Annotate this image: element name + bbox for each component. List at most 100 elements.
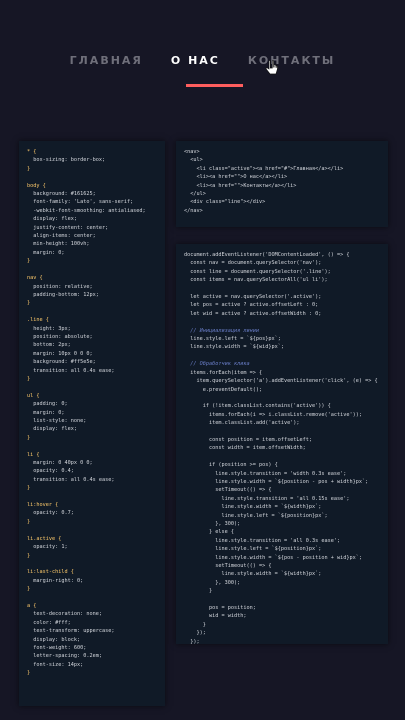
js-line: }, 300); bbox=[184, 521, 241, 527]
css-line: margin: 0; bbox=[27, 409, 65, 416]
css-line: transition: all 0.4s ease; bbox=[27, 476, 115, 483]
js-line: line.style.width = `${wid}px`; bbox=[184, 344, 284, 351]
css-line: ul { bbox=[27, 392, 40, 399]
css-line: padding: 0; bbox=[27, 401, 68, 408]
js-line: } else { bbox=[184, 529, 234, 536]
css-line bbox=[27, 442, 157, 450]
js-line: line.style.width = `${position - pos + w… bbox=[184, 478, 369, 485]
js-line: setTimeout(() => { bbox=[184, 487, 272, 494]
nav-list: ГЛАВНАЯ О НАС КОНТАКТЫ bbox=[56, 54, 350, 67]
nav-item-home[interactable]: ГЛАВНАЯ bbox=[70, 54, 143, 67]
css-line bbox=[27, 560, 157, 568]
css-line: list-style: none; bbox=[27, 418, 87, 424]
css-line bbox=[27, 526, 157, 534]
js-line: line.style.left = `${pos}px`; bbox=[184, 336, 281, 343]
css-line: background: #ff5e5e; bbox=[27, 359, 96, 366]
css-line: height: 3px; bbox=[27, 325, 71, 332]
js-line: pos = position; bbox=[184, 605, 256, 612]
css-line: } bbox=[27, 586, 31, 593]
css-line: display: flex; bbox=[27, 426, 77, 433]
js-line: const width = item.offsetWidth; bbox=[184, 445, 306, 452]
css-line: font-weight: 600; bbox=[27, 644, 87, 651]
css-line: -webkit-font-smoothing: antialiased; bbox=[27, 207, 146, 214]
js-line: line.style.width = `${width}px`; bbox=[184, 571, 322, 578]
nav-link-about[interactable]: О НАС bbox=[171, 54, 220, 67]
js-line: line.style.width = `${pos - position + w… bbox=[184, 554, 363, 561]
html-code-panel: <nav> <ul> <li class="active"><a href="#… bbox=[176, 141, 388, 227]
js-line: let wid = active ? active.offsetWidth : … bbox=[184, 310, 322, 317]
js-line: if (!item.classList.contains('active')) … bbox=[184, 403, 331, 410]
js-line: line.style.left = `${position}px`; bbox=[184, 546, 322, 553]
css-line: position: absolute; bbox=[27, 333, 93, 340]
css-line: letter-spacing: 0.2em; bbox=[27, 653, 102, 660]
css-line: margin: 0 40px 0 0; bbox=[27, 460, 93, 467]
js-line: const line = document.querySelector('.li… bbox=[184, 268, 331, 275]
css-line: li:hover { bbox=[27, 502, 59, 509]
html-line: <div class="line"></div> bbox=[184, 199, 266, 206]
js-line: }); bbox=[184, 630, 206, 637]
js-line: const nav = document.querySelector('nav'… bbox=[184, 260, 322, 267]
nav-link-contacts[interactable]: КОНТАКТЫ bbox=[248, 54, 335, 67]
css-line: } bbox=[27, 552, 31, 559]
css-line: opacity: 0.7; bbox=[27, 510, 74, 517]
css-line: li:last-child { bbox=[27, 569, 74, 576]
js-line: if (position >= pos) { bbox=[184, 462, 278, 469]
css-line: } bbox=[27, 375, 31, 382]
html-line: </ul> bbox=[184, 191, 206, 198]
html-line: <li class="active"><a href="#">Главная</… bbox=[184, 165, 344, 172]
main-nav: ГЛАВНАЯ О НАС КОНТАКТЫ bbox=[0, 54, 405, 67]
js-line bbox=[184, 428, 380, 436]
js-line: line.style.transition = 'width 0.3s ease… bbox=[184, 470, 347, 477]
js-line: line.style.left = `${position}px`; bbox=[184, 512, 328, 519]
css-line: display: block; bbox=[27, 636, 81, 643]
css-line: text-decoration: none; bbox=[27, 611, 102, 618]
css-line: display: flex; bbox=[27, 216, 77, 223]
css-line bbox=[27, 173, 157, 181]
css-line: } bbox=[27, 165, 31, 172]
html-code: <nav> <ul> <li class="active"><a href="#… bbox=[176, 141, 388, 222]
js-code-panel: document.addEventListener('DOMContentLoa… bbox=[176, 244, 388, 644]
html-line: <li><a href="">О нас</a></li> bbox=[184, 174, 288, 181]
js-line: let active = nav.querySelector('.active'… bbox=[184, 294, 322, 301]
html-line: <li><a href="">Контакты</a></li> bbox=[184, 182, 297, 189]
js-line bbox=[184, 318, 380, 326]
nav-item-about[interactable]: О НАС bbox=[171, 54, 220, 67]
js-line bbox=[184, 352, 380, 360]
css-line bbox=[27, 383, 157, 391]
css-line: min-height: 100vh; bbox=[27, 241, 90, 248]
js-line: let pos = active ? active.offsetLeft : 0… bbox=[184, 302, 319, 309]
css-line: body { bbox=[27, 182, 46, 189]
html-line: </nav> bbox=[184, 207, 203, 214]
nav-item-contacts[interactable]: КОНТАКТЫ bbox=[248, 54, 335, 67]
js-line: line.style.width = `${width}px`; bbox=[184, 504, 322, 511]
css-line: align-items: center; bbox=[27, 233, 96, 240]
css-line: padding-bottom: 12px; bbox=[27, 291, 99, 298]
css-line: position: relative; bbox=[27, 283, 93, 290]
css-line: } bbox=[27, 434, 31, 441]
js-line: } bbox=[184, 621, 206, 628]
css-line bbox=[27, 594, 157, 602]
css-line: box-sizing: border-box; bbox=[27, 157, 106, 164]
html-line: <ul> bbox=[184, 157, 203, 164]
css-line: bottom: 2px; bbox=[27, 342, 71, 349]
js-line bbox=[184, 596, 380, 604]
css-code: * { box-sizing: border-box;} body { back… bbox=[19, 141, 165, 685]
js-line: // Обработчик клика bbox=[184, 361, 250, 368]
js-line: wid = width; bbox=[184, 613, 247, 620]
js-line: document.addEventListener('DOMContentLoa… bbox=[184, 252, 350, 258]
css-line: opacity: 0.4; bbox=[27, 468, 74, 475]
js-line: line.style.transition = 'all 0.15s ease'… bbox=[184, 495, 350, 502]
css-line: } bbox=[27, 258, 31, 265]
js-code: document.addEventListener('DOMContentLoa… bbox=[176, 244, 388, 644]
css-line: margin-right: 0; bbox=[27, 577, 84, 584]
css-line bbox=[27, 266, 157, 274]
css-line: justify-content: center; bbox=[27, 224, 109, 231]
css-line: li { bbox=[27, 451, 40, 458]
css-line: li.active { bbox=[27, 535, 62, 542]
js-line: items.forEach(i => i.classList.remove('a… bbox=[184, 411, 363, 418]
js-line: // Инициализация линии bbox=[184, 327, 259, 334]
js-line bbox=[184, 285, 380, 293]
nav-link-home[interactable]: ГЛАВНАЯ bbox=[70, 54, 143, 67]
js-line: const position = item.offsetLeft; bbox=[184, 436, 313, 443]
css-line: a { bbox=[27, 602, 37, 609]
